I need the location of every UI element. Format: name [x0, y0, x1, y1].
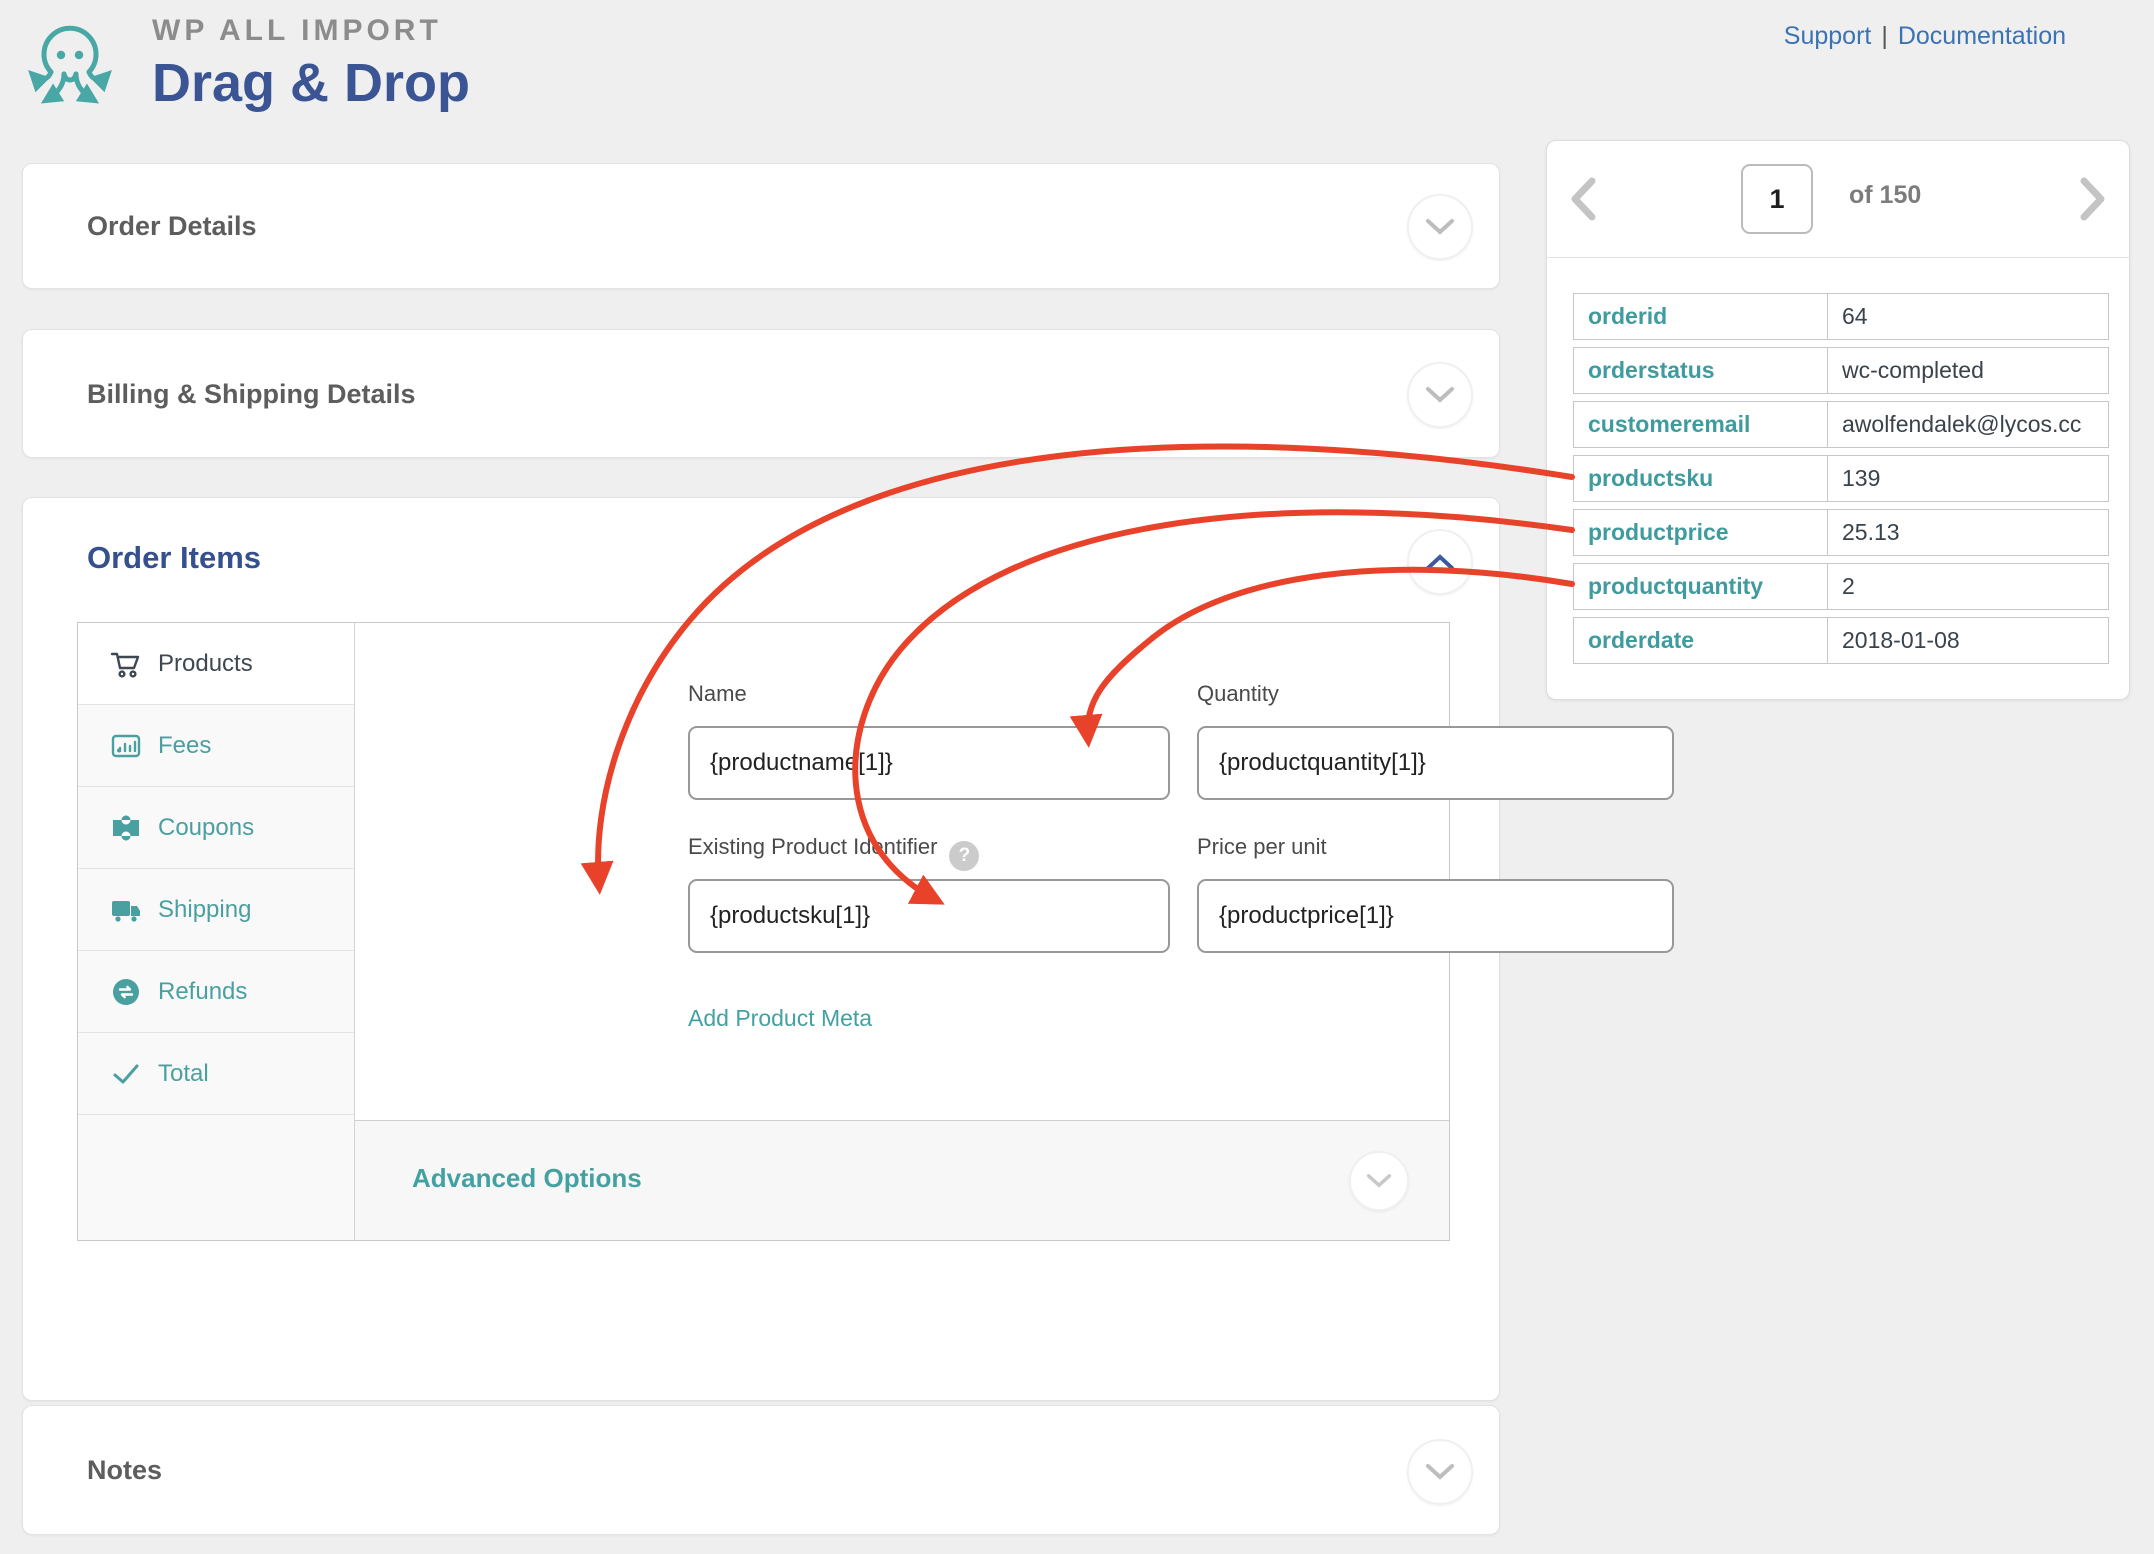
- chevron-down-icon: [1425, 218, 1455, 236]
- record-count-label: of 150: [1849, 181, 1921, 210]
- product-name-input[interactable]: [688, 726, 1170, 800]
- order-items-collapse-button[interactable]: [1407, 529, 1473, 595]
- order-items-panel: Order Items Products Fees Cou: [22, 497, 1500, 1401]
- field-value: 25.13: [1828, 509, 2109, 556]
- table-row: productsku139: [1573, 455, 2109, 502]
- chevron-down-icon: [1425, 386, 1455, 404]
- chevron-up-icon: [1425, 553, 1455, 571]
- quantity-field-label: Quantity: [1197, 681, 1279, 707]
- products-tab-content: Name Quantity Existing Product Identifie…: [355, 623, 1449, 1120]
- billing-shipping-panel: Billing & Shipping Details: [22, 329, 1500, 458]
- ticket-icon: [110, 812, 142, 844]
- page-title: Drag & Drop: [152, 52, 470, 114]
- order-items-tab-list: Products Fees Coupons Shipping: [78, 623, 355, 1240]
- field-key[interactable]: orderid: [1573, 293, 1828, 340]
- field-value: 2: [1828, 563, 2109, 610]
- notes-title: Notes: [87, 1455, 162, 1486]
- order-details-title: Order Details: [87, 211, 257, 242]
- field-value: 64: [1828, 293, 2109, 340]
- tab-shipping[interactable]: Shipping: [78, 869, 354, 951]
- field-key[interactable]: productprice: [1573, 509, 1828, 556]
- record-field-table: orderid64 orderstatuswc-completed custom…: [1573, 293, 2109, 671]
- order-items-title: Order Items: [87, 540, 261, 576]
- field-key[interactable]: productquantity: [1573, 563, 1828, 610]
- tab-label: Shipping: [158, 896, 251, 924]
- notes-collapse-button[interactable]: [1407, 1439, 1473, 1505]
- tab-coupons[interactable]: Coupons: [78, 787, 354, 869]
- table-row: orderstatuswc-completed: [1573, 347, 2109, 394]
- tab-label: Products: [158, 650, 253, 678]
- notes-panel: Notes: [22, 1405, 1500, 1535]
- tab-total[interactable]: Total: [78, 1033, 354, 1115]
- product-sku-input[interactable]: [688, 879, 1170, 953]
- nav-separator: |: [1881, 22, 1888, 50]
- cart-icon: [110, 648, 142, 680]
- advanced-options-section: Advanced Options: [355, 1120, 1449, 1240]
- billing-shipping-collapse-button[interactable]: [1407, 362, 1473, 428]
- name-field-label: Name: [688, 681, 747, 707]
- bar-chart-icon: [110, 730, 142, 762]
- next-record-button[interactable]: [2079, 177, 2107, 221]
- field-key[interactable]: productsku: [1573, 455, 1828, 502]
- order-items-editor: Products Fees Coupons Shipping: [77, 622, 1450, 1241]
- tab-label: Total: [158, 1060, 209, 1088]
- price-field-label: Price per unit: [1197, 834, 1327, 860]
- table-row: orderdate2018-01-08: [1573, 617, 2109, 664]
- tab-refunds[interactable]: Refunds: [78, 951, 354, 1033]
- field-value: 2018-01-08: [1828, 617, 2109, 664]
- record-number-input[interactable]: [1741, 164, 1813, 234]
- octopus-logo-icon: [20, 8, 120, 108]
- tab-products[interactable]: Products: [78, 623, 354, 705]
- tab-label: Fees: [158, 732, 211, 760]
- field-key[interactable]: orderstatus: [1573, 347, 1828, 394]
- chevron-down-icon: [1366, 1173, 1392, 1189]
- advanced-options-collapse-button[interactable]: [1349, 1151, 1409, 1211]
- tab-label: Refunds: [158, 978, 247, 1006]
- table-row: orderid64: [1573, 293, 2109, 340]
- add-product-meta-link[interactable]: Add Product Meta: [688, 1005, 872, 1032]
- billing-shipping-title: Billing & Shipping Details: [87, 379, 416, 410]
- tab-label: Coupons: [158, 814, 254, 842]
- top-nav: Support | Documentation: [1784, 22, 2066, 51]
- help-icon[interactable]: ?: [949, 841, 979, 871]
- order-details-panel: Order Details: [22, 163, 1500, 289]
- checkmark-icon: [110, 1058, 142, 1090]
- record-preview-sidebar: of 150 orderid64 orderstatuswc-completed…: [1546, 140, 2130, 700]
- table-row: productquantity2: [1573, 563, 2109, 610]
- product-quantity-input[interactable]: [1197, 726, 1674, 800]
- support-link[interactable]: Support: [1784, 22, 1872, 50]
- brand-name: WP ALL IMPORT: [152, 14, 470, 48]
- brand-block: WP ALL IMPORT Drag & Drop: [152, 14, 470, 114]
- previous-record-button[interactable]: [1569, 177, 1597, 221]
- field-key[interactable]: customeremail: [1573, 401, 1828, 448]
- record-pagination: of 150: [1547, 141, 2129, 258]
- truck-icon: [110, 894, 142, 926]
- identifier-field-label: Existing Product Identifier?: [688, 834, 979, 871]
- advanced-options-toggle[interactable]: Advanced Options: [412, 1163, 642, 1194]
- product-price-input[interactable]: [1197, 879, 1674, 953]
- chevron-down-icon: [1425, 1463, 1455, 1481]
- tab-fees[interactable]: Fees: [78, 705, 354, 787]
- refund-arrows-icon: [110, 976, 142, 1008]
- documentation-link[interactable]: Documentation: [1898, 22, 2066, 50]
- field-key[interactable]: orderdate: [1573, 617, 1828, 664]
- field-value: 139: [1828, 455, 2109, 502]
- table-row: customeremailawolfendalek@lycos.cc: [1573, 401, 2109, 448]
- order-details-collapse-button[interactable]: [1407, 194, 1473, 260]
- field-value: awolfendalek@lycos.cc: [1828, 401, 2109, 448]
- table-row: productprice25.13: [1573, 509, 2109, 556]
- field-value: wc-completed: [1828, 347, 2109, 394]
